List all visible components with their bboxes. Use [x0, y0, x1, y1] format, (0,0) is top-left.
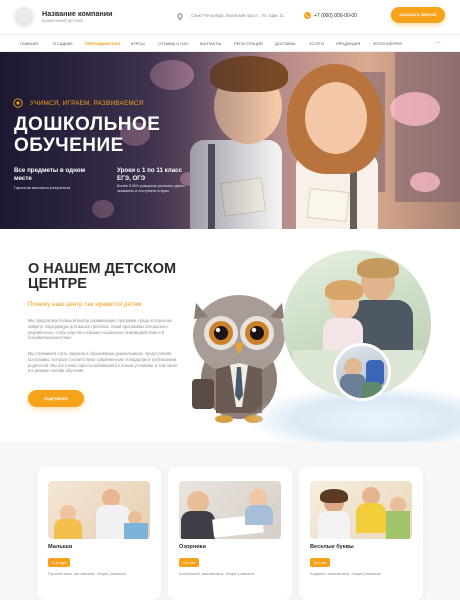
- boy-hair: [357, 258, 399, 278]
- children-backpack-photo: [333, 343, 391, 401]
- main-navigation: ГЛАВНАЯ О САДИКЕ ПРЕПОДАВАТЕЛИ КУРСЫ ОТЗ…: [0, 34, 460, 52]
- hero-tagline: УЧИМСЯ, ИГРАЕМ, РАЗВИВАЕМСЯ: [30, 100, 144, 107]
- course-title-1: Малыши: [48, 544, 73, 550]
- nav-more-button[interactable]: ...: [435, 38, 441, 45]
- course-desc-1: Русский язык, английский, общее развитие: [48, 571, 126, 576]
- hero-feature-2-title: Уроки с 1 по 11 класс ЕГЭ, ОГЭ: [117, 167, 183, 182]
- hero-title-line-2: ОБУЧЕНИЕ: [14, 135, 124, 156]
- child-shirt: [356, 503, 386, 533]
- child-shirt: [386, 511, 410, 539]
- site-header: Название компании дошкольный детский Сан…: [0, 0, 460, 32]
- hero-feature-1-title: Все предметы в одном месте: [14, 167, 86, 182]
- company-subtitle: дошкольный детский: [42, 18, 83, 23]
- course-photo-2: [179, 481, 281, 539]
- nav-item-registration[interactable]: РЕГИСТРАЦИЯ: [234, 41, 263, 46]
- course-photo-1: [48, 481, 150, 539]
- child-shirt: [54, 519, 82, 539]
- company-name[interactable]: Название компании: [42, 9, 113, 18]
- address-text: Санкт-Петербург, Лиговский просп., 70, о…: [191, 13, 284, 18]
- hero-title: ДОШКОЛЬНОЕ ОБУЧЕНИЕ: [14, 114, 160, 156]
- girl-hair: [325, 280, 363, 300]
- about-subtitle: Почему наш центр так нравится детям: [28, 301, 142, 308]
- nav-item-contacts[interactable]: КОНТАКТЫ: [200, 41, 221, 46]
- child-shirt: [245, 505, 273, 525]
- course-desc-3: Алфавит, математика, общее развитие: [310, 571, 381, 576]
- course-card-1[interactable]: [37, 467, 161, 600]
- course-title-2: Озорники: [179, 544, 206, 550]
- phone-number[interactable]: +7 (000) 000-00-00: [314, 13, 357, 19]
- nav-item-about[interactable]: О САДИКЕ: [53, 41, 73, 46]
- nav-item-products[interactable]: ПРОДУКЦИЯ: [336, 41, 360, 46]
- logo-icon[interactable]: [13, 6, 35, 28]
- phone-icon: [304, 12, 311, 19]
- child-shirt: [181, 511, 215, 539]
- course-age-badge-1: 2-4 года: [48, 558, 71, 567]
- nav-item-home[interactable]: ГЛАВНАЯ: [20, 41, 38, 46]
- location-pin-icon: [177, 13, 183, 21]
- about-paragraph-2: Мы стремимся стать лидером в образовании…: [28, 351, 178, 374]
- more-button[interactable]: ПОДРОБНЕЕ: [28, 390, 84, 407]
- hero-feature-1-text: Гарантия высокого результата: [14, 185, 71, 190]
- child-head: [187, 491, 209, 513]
- course-card-2[interactable]: [168, 467, 292, 600]
- nav-item-teachers[interactable]: ПРЕПОДАВАТЕЛИ: [85, 41, 120, 46]
- about-title-line-1: О НАШЕМ ДЕТСКОМ: [28, 261, 177, 277]
- nav-item-reviews[interactable]: ОТЗЫВЫ О НАС: [158, 41, 189, 46]
- child-shirt: [124, 523, 148, 539]
- course-desc-2: Английский, математика, общее развитие: [179, 571, 255, 576]
- nav-item-delivery[interactable]: ДОСТАВКА: [275, 41, 296, 46]
- about-title: О НАШЕМ ДЕТСКОМ ЦЕНТРЕ: [28, 262, 176, 292]
- about-title-line-2: ЦЕНТРЕ: [28, 276, 87, 292]
- nav-item-services[interactable]: УСЛУГИ: [309, 41, 324, 46]
- nav-item-gallery[interactable]: ФОТОГАЛЕРЕЯ: [373, 41, 402, 46]
- child-hair: [320, 489, 348, 503]
- course-photo-3: [310, 481, 412, 539]
- about-paragraph-1: Мы предлагаем большой выбор развивающих …: [28, 318, 173, 341]
- hero-feature-2-text: Более 5 000 учащихся успешно сдали экзам…: [117, 184, 185, 193]
- course-card-3[interactable]: [299, 467, 423, 600]
- course-age-badge-2: 4-5 лет: [179, 558, 200, 567]
- course-title-3: Веселые буквы: [310, 544, 354, 550]
- nav-item-courses[interactable]: КУРСЫ: [131, 41, 145, 46]
- child-shirt: [318, 511, 350, 539]
- hero-title-line-1: ДОШКОЛЬНОЕ: [14, 114, 161, 135]
- target-icon: [13, 98, 23, 108]
- course-age-badge-3: 5-6 лет: [310, 558, 331, 567]
- order-call-button[interactable]: ЗАКАЗАТЬ ЗВОНОК: [391, 7, 445, 23]
